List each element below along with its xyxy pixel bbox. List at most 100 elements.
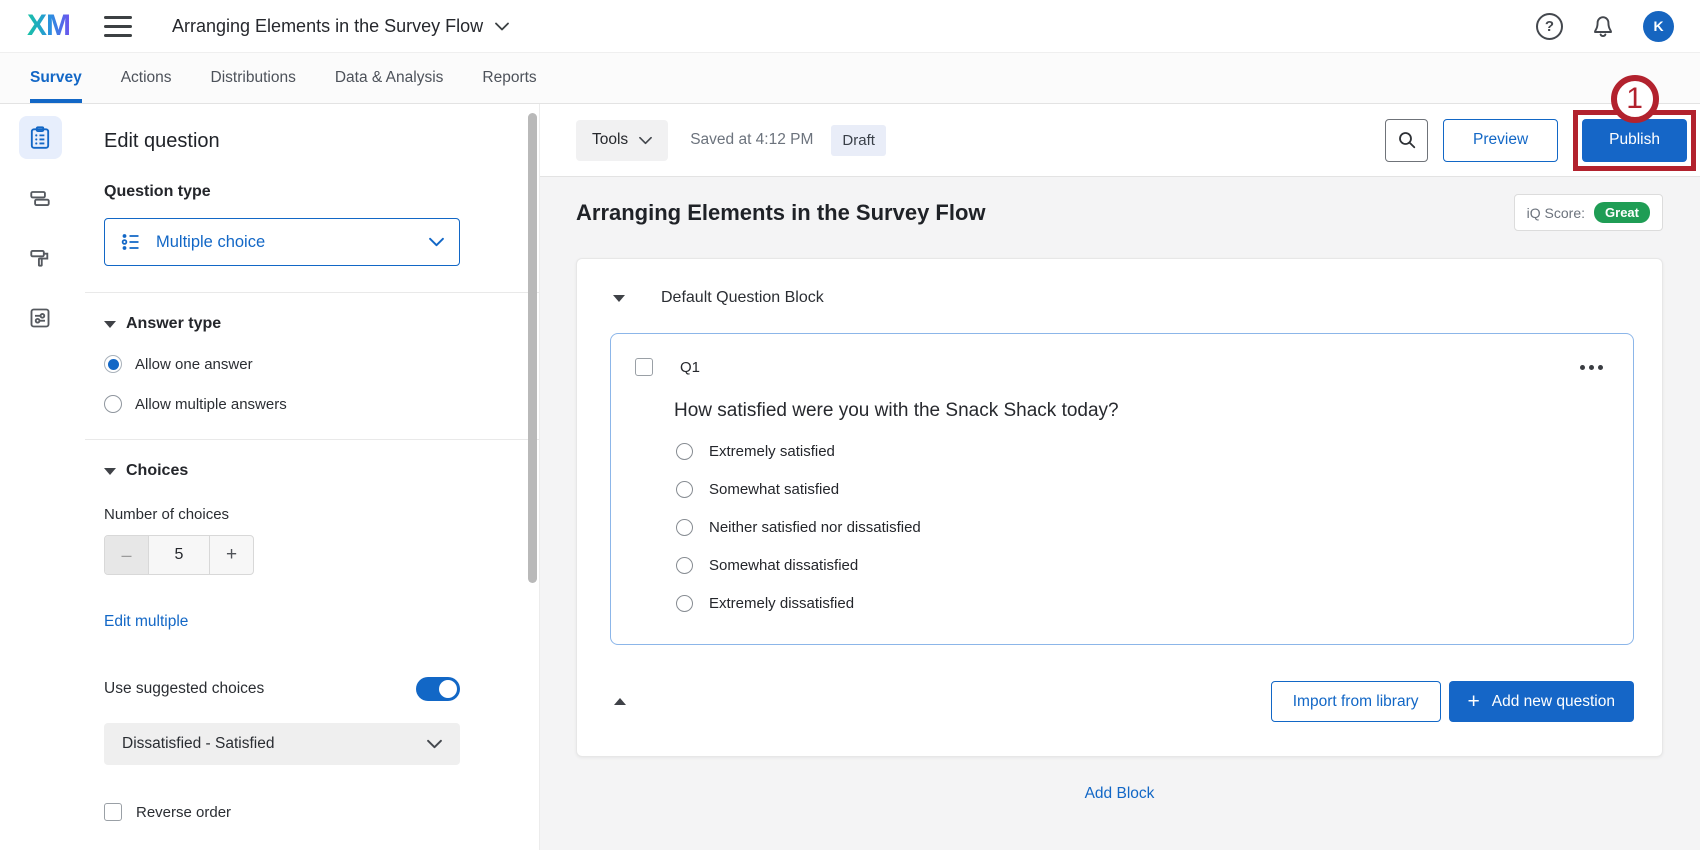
divider xyxy=(85,292,539,293)
choice-radio-icon xyxy=(676,557,693,574)
tab-data-analysis[interactable]: Data & Analysis xyxy=(335,53,444,103)
search-button[interactable] xyxy=(1385,119,1428,162)
annotation-step-number: 1 xyxy=(1626,82,1643,116)
reverse-order-row[interactable]: Reverse order xyxy=(104,803,515,821)
page-title: Arranging Elements in the Survey Flow xyxy=(576,200,986,226)
choice-row[interactable]: Somewhat dissatisfied xyxy=(676,557,1607,574)
reverse-order-checkbox[interactable] xyxy=(104,803,122,821)
saved-status-text: Saved at 4:12 PM xyxy=(690,131,813,149)
question-card-q1[interactable]: Q1 How satisfied were you with the Snack… xyxy=(610,333,1634,645)
suggested-choices-value: Dissatisfied - Satisfied xyxy=(122,735,274,753)
use-suggested-choices-label: Use suggested choices xyxy=(104,680,264,698)
question-select-checkbox[interactable] xyxy=(635,358,653,376)
rail-survey-options[interactable] xyxy=(19,296,62,339)
user-avatar[interactable]: K xyxy=(1643,11,1674,42)
choices-count-value: 5 xyxy=(149,536,209,574)
choice-radio-icon xyxy=(676,595,693,612)
survey-builder-icon xyxy=(28,126,52,150)
choice-row[interactable]: Extremely dissatisfied xyxy=(676,595,1607,612)
tab-actions[interactable]: Actions xyxy=(121,53,172,103)
use-suggested-choices-toggle[interactable] xyxy=(416,677,460,701)
block-footer: Import from library + Add new question xyxy=(610,681,1634,722)
survey-title-menu[interactable]: Arranging Elements in the Survey Flow xyxy=(172,16,509,37)
choice-radio-icon xyxy=(676,443,693,460)
edit-question-panel: Edit question Question type Multiple cho… xyxy=(80,104,540,850)
draft-status-badge: Draft xyxy=(831,125,886,156)
publish-button[interactable]: Publish xyxy=(1582,119,1687,162)
choices-count-stepper: – 5 + xyxy=(104,535,254,575)
collapse-triangle-icon xyxy=(104,321,116,328)
import-from-library-button[interactable]: Import from library xyxy=(1271,681,1441,722)
plus-icon: + xyxy=(1468,691,1480,712)
top-bar: XM Arranging Elements in the Survey Flow… xyxy=(0,0,1700,52)
block-collapse-up-icon[interactable] xyxy=(614,698,626,705)
topbar-actions: ? K xyxy=(1536,11,1674,42)
block-collapse-icon[interactable] xyxy=(613,295,625,302)
survey-title-text: Arranging Elements in the Survey Flow xyxy=(172,16,483,37)
chevron-down-icon xyxy=(639,136,652,145)
tab-reports[interactable]: Reports xyxy=(482,53,536,103)
search-icon xyxy=(1396,129,1418,151)
survey-canvas: Tools Saved at 4:12 PM Draft Preview Pub… xyxy=(540,104,1700,850)
multiple-choice-icon xyxy=(120,231,142,253)
tools-menu-button[interactable]: Tools xyxy=(576,120,668,161)
number-of-choices-label: Number of choices xyxy=(104,506,515,523)
chevron-down-icon xyxy=(427,739,442,749)
survey-flow-icon xyxy=(28,186,52,210)
radio-allow-one-answer[interactable]: Allow one answer xyxy=(104,355,515,373)
tab-survey[interactable]: Survey xyxy=(30,53,82,103)
question-type-select[interactable]: Multiple choice xyxy=(104,218,460,266)
xm-logo[interactable]: XM xyxy=(27,9,70,43)
question-text[interactable]: How satisfied were you with the Snack Sh… xyxy=(674,400,1607,422)
increment-button[interactable]: + xyxy=(209,536,253,574)
answer-type-section-header[interactable]: Answer type xyxy=(104,315,515,333)
rail-look-and-feel[interactable] xyxy=(19,236,62,279)
notifications-bell-icon[interactable] xyxy=(1590,12,1616,40)
primary-nav: Survey Actions Distributions Data & Anal… xyxy=(0,52,1700,104)
divider xyxy=(85,439,539,440)
rail-survey-builder[interactable] xyxy=(19,116,62,159)
choice-row[interactable]: Somewhat satisfied xyxy=(676,481,1607,498)
add-block-link[interactable]: Add Block xyxy=(1085,785,1155,802)
tab-distributions[interactable]: Distributions xyxy=(211,53,296,103)
edit-multiple-link[interactable]: Edit multiple xyxy=(104,613,188,631)
preview-button[interactable]: Preview xyxy=(1443,119,1558,162)
iq-score-badge: Great xyxy=(1594,202,1650,223)
choices-section-header[interactable]: Choices xyxy=(104,462,515,480)
block-header: Default Question Block xyxy=(613,289,1634,307)
question-block-card: Default Question Block Q1 How satisfied … xyxy=(576,258,1663,757)
survey-toolbar: Tools Saved at 4:12 PM Draft Preview Pub… xyxy=(540,104,1700,177)
hamburger-menu-icon[interactable] xyxy=(104,16,132,37)
look-and-feel-icon xyxy=(28,246,52,270)
iq-score-label: iQ Score: xyxy=(1527,205,1585,221)
reverse-order-label: Reverse order xyxy=(136,804,231,821)
use-suggested-choices-row: Use suggested choices xyxy=(104,677,460,701)
help-icon[interactable]: ? xyxy=(1536,13,1563,40)
survey-editor-scroll-area: Arranging Elements in the Survey Flow iQ… xyxy=(540,177,1700,850)
radio-selected-icon xyxy=(104,355,122,373)
question-more-menu-icon[interactable] xyxy=(1576,361,1607,374)
panel-title: Edit question xyxy=(104,130,515,153)
question-type-label: Question type xyxy=(104,183,515,201)
chevron-down-icon xyxy=(429,237,444,247)
panel-scrollbar[interactable] xyxy=(528,113,537,583)
decrement-button[interactable]: – xyxy=(105,536,149,574)
survey-options-icon xyxy=(28,306,52,330)
choice-row[interactable]: Neither satisfied nor dissatisfied xyxy=(676,519,1607,536)
rail-survey-flow[interactable] xyxy=(19,176,62,219)
collapse-triangle-icon xyxy=(104,468,116,475)
question-type-value: Multiple choice xyxy=(156,233,265,252)
annotation-highlight-box: Publish 1 xyxy=(1573,110,1696,171)
block-title: Default Question Block xyxy=(661,289,824,307)
choice-radio-icon xyxy=(676,519,693,536)
radio-allow-multiple-answers[interactable]: Allow multiple answers xyxy=(104,395,515,413)
choice-row[interactable]: Extremely satisfied xyxy=(676,443,1607,460)
add-new-question-button[interactable]: + Add new question xyxy=(1449,681,1635,722)
iq-score-box[interactable]: iQ Score: Great xyxy=(1514,194,1663,231)
question-id: Q1 xyxy=(680,359,700,376)
suggested-choices-select[interactable]: Dissatisfied - Satisfied xyxy=(104,723,460,765)
question-choice-list: Extremely satisfied Somewhat satisfied N… xyxy=(676,443,1607,612)
builder-icon-rail xyxy=(0,104,80,850)
radio-unselected-icon xyxy=(104,395,122,413)
annotation-step-circle: 1 xyxy=(1611,75,1659,123)
